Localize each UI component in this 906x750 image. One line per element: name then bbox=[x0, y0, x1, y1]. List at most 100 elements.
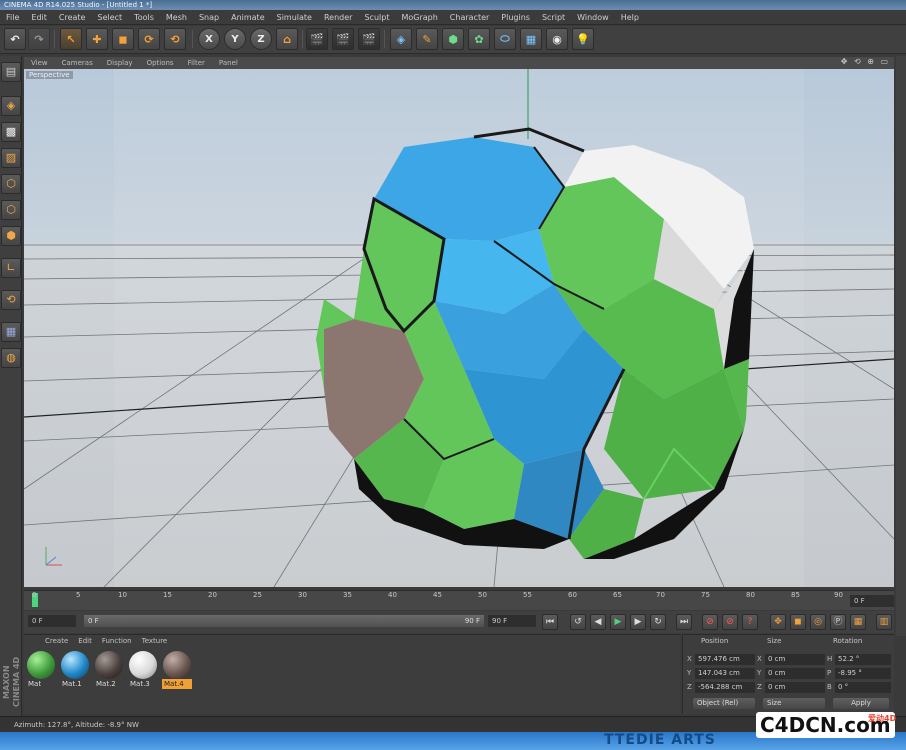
material-swatch-selected[interactable]: Mat.4 bbox=[162, 651, 192, 691]
play-forward-button[interactable]: ▶ bbox=[610, 614, 626, 630]
go-to-start-button[interactable]: ⏮ bbox=[542, 614, 558, 630]
next-frame-button[interactable]: ▶ bbox=[630, 614, 646, 630]
material-swatch[interactable]: Mat.2 bbox=[94, 651, 124, 691]
record-position-button[interactable]: ✥ bbox=[770, 614, 786, 630]
viewport-menu-panel[interactable]: Panel bbox=[212, 59, 245, 67]
menu-help[interactable]: Help bbox=[615, 10, 645, 25]
polygons-mode-button[interactable]: ⬢ bbox=[1, 226, 21, 246]
menu-create[interactable]: Create bbox=[53, 10, 92, 25]
perspective-viewport[interactable]: Perspective bbox=[24, 69, 894, 587]
add-cube-button[interactable]: ◈ bbox=[390, 28, 412, 50]
viewport-menu-filter[interactable]: Filter bbox=[181, 59, 212, 67]
viewport-menu-display[interactable]: Display bbox=[100, 59, 140, 67]
render-picture-viewer-button[interactable]: 🎬 bbox=[332, 28, 354, 50]
position-y-field[interactable]: 147.043 cm bbox=[695, 668, 755, 679]
add-camera-button[interactable]: ◉ bbox=[546, 28, 568, 50]
model-mode-button[interactable]: ◈ bbox=[1, 96, 21, 116]
scale-button[interactable]: ◼ bbox=[112, 28, 134, 50]
material-menu-texture[interactable]: Texture bbox=[137, 637, 173, 645]
timeline-window-button[interactable]: ▥ bbox=[876, 614, 892, 630]
autokeying-button[interactable]: ⊘ bbox=[722, 614, 738, 630]
add-deformer-button[interactable]: ⬭ bbox=[494, 28, 516, 50]
z-axis-lock-button[interactable]: Z bbox=[250, 28, 272, 50]
add-environment-button[interactable]: ▦ bbox=[520, 28, 542, 50]
live-selection-button[interactable]: ↖ bbox=[60, 28, 82, 50]
position-x-field[interactable]: 597.476 cm bbox=[695, 654, 755, 665]
viewport-menu-cameras[interactable]: Cameras bbox=[55, 59, 100, 67]
menu-script[interactable]: Script bbox=[536, 10, 571, 25]
current-frame-field[interactable]: 0 F bbox=[850, 595, 894, 607]
add-light-button[interactable]: 💡 bbox=[572, 28, 594, 50]
menu-edit[interactable]: Edit bbox=[25, 10, 53, 25]
undo-button[interactable]: ↶ bbox=[4, 28, 26, 50]
go-to-end-button[interactable]: ⏭ bbox=[676, 614, 692, 630]
move-button[interactable]: ✚ bbox=[86, 28, 108, 50]
record-scale-button[interactable]: ◼ bbox=[790, 614, 806, 630]
render-settings-button[interactable]: 🎬 bbox=[358, 28, 380, 50]
menu-file[interactable]: File bbox=[0, 10, 25, 25]
rotate-button[interactable]: ⟳ bbox=[138, 28, 160, 50]
keyframe-selection-button[interactable]: ? bbox=[742, 614, 758, 630]
add-mograph-button[interactable]: ✿ bbox=[468, 28, 490, 50]
size-y-field[interactable]: 0 cm bbox=[765, 668, 825, 679]
timeline-ruler[interactable]: 0 5 10 15 20 25 30 35 40 45 50 55 60 65 … bbox=[24, 590, 894, 610]
viewport-menu-options[interactable]: Options bbox=[140, 59, 181, 67]
coordinate-system-button[interactable]: ⌂ bbox=[276, 28, 298, 50]
material-menu-create[interactable]: Create bbox=[40, 637, 73, 645]
menu-select[interactable]: Select bbox=[91, 10, 128, 25]
menu-character[interactable]: Character bbox=[444, 10, 496, 25]
next-key-button[interactable]: ↻ bbox=[650, 614, 666, 630]
material-menu-edit[interactable]: Edit bbox=[73, 637, 97, 645]
add-spline-button[interactable]: ✎ bbox=[416, 28, 438, 50]
size-mode-dropdown[interactable]: Size bbox=[763, 698, 825, 709]
viewport-menu-view[interactable]: View bbox=[24, 59, 55, 67]
add-subdivision-button[interactable]: ⬢ bbox=[442, 28, 464, 50]
material-swatch[interactable]: Mat.3 bbox=[128, 651, 158, 691]
redo-button[interactable]: ↷ bbox=[28, 28, 50, 50]
menu-snap[interactable]: Snap bbox=[193, 10, 225, 25]
previous-frame-button[interactable]: ◀ bbox=[590, 614, 606, 630]
edges-mode-button[interactable]: ⬡ bbox=[1, 200, 21, 220]
snap-button[interactable]: ▦ bbox=[1, 322, 21, 342]
record-parameter-button[interactable]: Ⓟ bbox=[830, 614, 846, 630]
menu-render[interactable]: Render bbox=[318, 10, 358, 25]
material-swatch[interactable]: Mat.1 bbox=[60, 651, 90, 691]
record-point-level-button[interactable]: ▦ bbox=[850, 614, 866, 630]
previous-key-button[interactable]: ↺ bbox=[570, 614, 586, 630]
make-editable-button[interactable]: ▤ bbox=[1, 62, 21, 82]
menu-mesh[interactable]: Mesh bbox=[160, 10, 193, 25]
recent-tool-button[interactable]: ⟲ bbox=[164, 28, 186, 50]
size-x-field[interactable]: 0 cm bbox=[765, 654, 825, 665]
menu-sculpt[interactable]: Sculpt bbox=[358, 10, 395, 25]
material-swatch[interactable]: Mat bbox=[26, 651, 56, 691]
coordinate-mode-dropdown[interactable]: Object (Rel) bbox=[693, 698, 755, 709]
size-z-field[interactable]: 0 cm bbox=[765, 682, 825, 693]
y-axis-lock-button[interactable]: Y bbox=[224, 28, 246, 50]
rotation-p-field[interactable]: -8.95 ° bbox=[835, 668, 891, 679]
menu-window[interactable]: Window bbox=[571, 10, 615, 25]
position-z-field[interactable]: -564.288 cm bbox=[695, 682, 755, 693]
rotation-b-field[interactable]: 0 ° bbox=[835, 682, 891, 693]
workplane-mode-button[interactable]: ▨ bbox=[1, 148, 21, 168]
tweak-mode-button[interactable]: ⟲ bbox=[1, 290, 21, 310]
min-frame-field[interactable]: 0 F bbox=[28, 615, 76, 627]
right-scroll-strip[interactable] bbox=[896, 56, 906, 636]
menu-plugins[interactable]: Plugins bbox=[495, 10, 536, 25]
menu-tools[interactable]: Tools bbox=[128, 10, 160, 25]
preview-range-slider[interactable]: 0 F 90 F bbox=[84, 615, 484, 627]
menu-mograph[interactable]: MoGraph bbox=[395, 10, 443, 25]
render-view-button[interactable]: 🎬 bbox=[306, 28, 328, 50]
menu-animate[interactable]: Animate bbox=[225, 10, 271, 25]
rotation-h-field[interactable]: 52.2 ° bbox=[835, 654, 891, 665]
material-menu-function[interactable]: Function bbox=[97, 637, 137, 645]
snap-settings-button[interactable]: ◍ bbox=[1, 348, 21, 368]
apply-button[interactable]: Apply bbox=[833, 698, 889, 709]
axis-mode-button[interactable]: ∟ bbox=[1, 258, 21, 278]
record-active-objects-button[interactable]: ⊘ bbox=[702, 614, 718, 630]
x-axis-lock-button[interactable]: X bbox=[198, 28, 220, 50]
menu-simulate[interactable]: Simulate bbox=[271, 10, 318, 25]
record-rotation-button[interactable]: ◎ bbox=[810, 614, 826, 630]
points-mode-button[interactable]: ⬡ bbox=[1, 174, 21, 194]
viewport-navigation-icons[interactable]: ✥ ⟲ ⊕ ▭ bbox=[841, 57, 890, 66]
max-frame-field[interactable]: 90 F bbox=[488, 615, 536, 627]
